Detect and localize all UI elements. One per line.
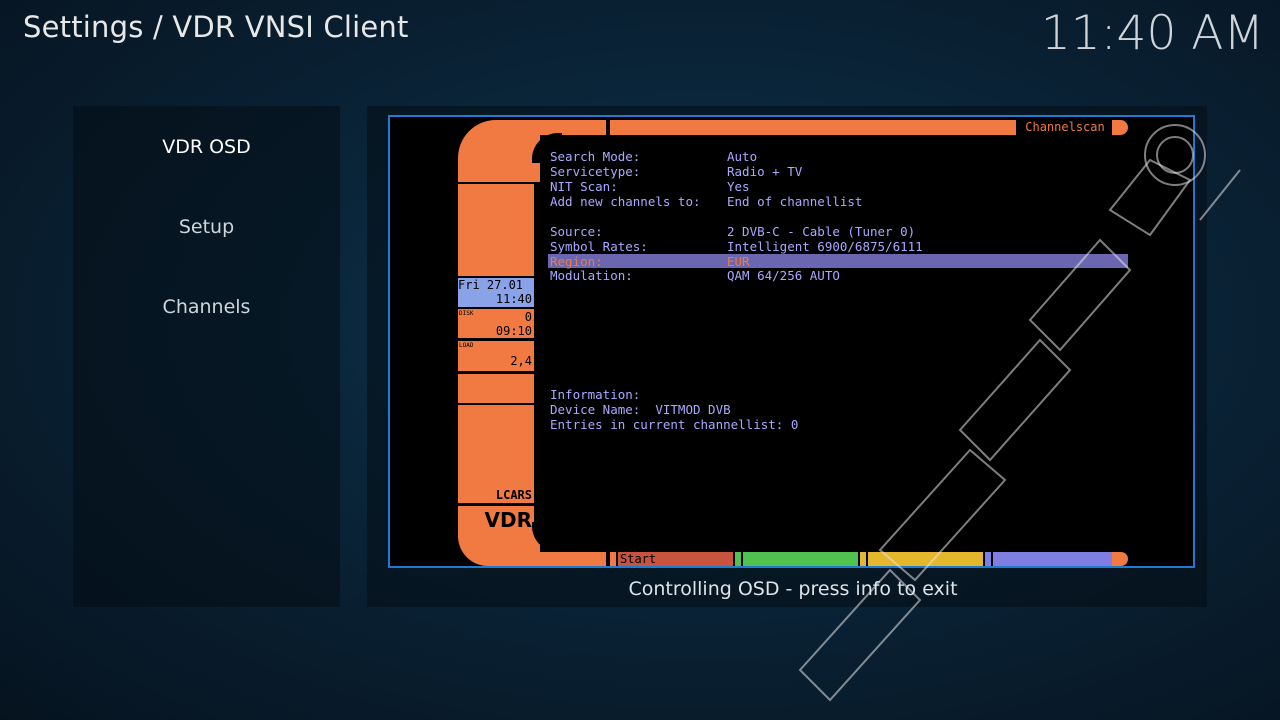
osd-time: 11:40 — [495, 292, 532, 306]
lcars-vdr-block: VDR — [458, 506, 534, 538]
lcars-disk-block: DISK 0 09:10 — [458, 309, 534, 338]
blue-button[interactable] — [993, 552, 1112, 566]
menu-label-search-mode[interactable]: Search Mode: — [550, 149, 640, 164]
menu-label-add-new-channels[interactable]: Add new channels to: — [550, 194, 701, 209]
sidebar-item-channels[interactable]: Channels — [73, 296, 340, 318]
menu-value-servicetype: Radio + TV — [727, 164, 803, 179]
disk-value: 0 — [524, 310, 532, 324]
menu-value-region: EUR — [727, 254, 750, 269]
lcars-bottom-separator — [985, 552, 991, 566]
osd-hint: Controlling OSD - press info to exit — [628, 578, 958, 600]
info-device-name: Device Name: VITMOD DVB — [550, 402, 731, 417]
lcars-top-bar — [536, 120, 606, 135]
menu-label-symbol-rates[interactable]: Symbol Rates: — [550, 239, 648, 254]
menu-value-nit-scan: Yes — [727, 179, 750, 194]
menu-value-source: 2 DVB-C - Cable (Tuner 0) — [727, 224, 916, 239]
menu-value-symbol-rates: Intelligent 6900/6875/6111 — [727, 239, 923, 254]
sidebar: VDR OSD Setup Channels — [73, 106, 340, 607]
green-button[interactable] — [743, 552, 858, 566]
menu-label-region[interactable]: Region: — [550, 254, 603, 269]
menu-label-modulation[interactable]: Modulation: — [550, 268, 633, 283]
lcars-side-block — [458, 184, 534, 276]
lcars-top-cap — [1112, 120, 1128, 135]
sidebar-item-vdr-osd[interactable]: VDR OSD — [73, 136, 340, 158]
sidebar-item-setup[interactable]: Setup — [73, 216, 340, 238]
menu-value-add-new-channels: End of channellist — [727, 194, 863, 209]
info-heading: Information: — [550, 387, 641, 402]
menu-label-servicetype[interactable]: Servicetype: — [550, 164, 640, 179]
lcars-bottom-separator — [860, 552, 866, 566]
lcars-side-block — [458, 374, 534, 403]
osd-title: Channelscan — [1025, 120, 1105, 134]
menu-label-nit-scan[interactable]: NIT Scan: — [550, 179, 618, 194]
menu-value-search-mode: Auto — [727, 149, 758, 164]
vdr-label: VDR — [484, 508, 532, 532]
disk-label: DISK — [459, 310, 474, 317]
lcars-bottom-bar — [536, 552, 606, 566]
lcars-label: LCARS — [495, 488, 532, 502]
lcars-lcars-block: LCARS — [458, 405, 534, 503]
lcars-date-block: Fri 27.01 11:40 — [458, 278, 534, 307]
lcars-load-block: LOAD 2,4 — [458, 341, 534, 371]
lcars-top-bar — [610, 120, 1016, 135]
menu-value-modulation: QAM 64/256 AUTO — [727, 268, 840, 283]
page-title: Settings / VDR VNSI Client — [23, 10, 409, 44]
clock: 11:40 AM — [1040, 6, 1264, 61]
lcars-top-elbow — [458, 120, 540, 182]
osd-date: Fri 27.01 — [458, 278, 524, 292]
menu-label-source[interactable]: Source: — [550, 224, 603, 239]
disk-time: 09:10 — [495, 324, 532, 338]
lcars-bottom-separator — [735, 552, 741, 566]
load-label: LOAD — [459, 342, 474, 349]
lcars-bottom-separator — [610, 552, 616, 566]
red-button[interactable]: Start — [618, 552, 733, 566]
info-entries: Entries in current channellist: 0 — [550, 417, 799, 432]
lcars-bottom-cap — [1112, 552, 1128, 566]
selection-highlight — [548, 254, 1128, 268]
load-value: 2,4 — [510, 354, 532, 368]
yellow-button[interactable] — [868, 552, 983, 566]
